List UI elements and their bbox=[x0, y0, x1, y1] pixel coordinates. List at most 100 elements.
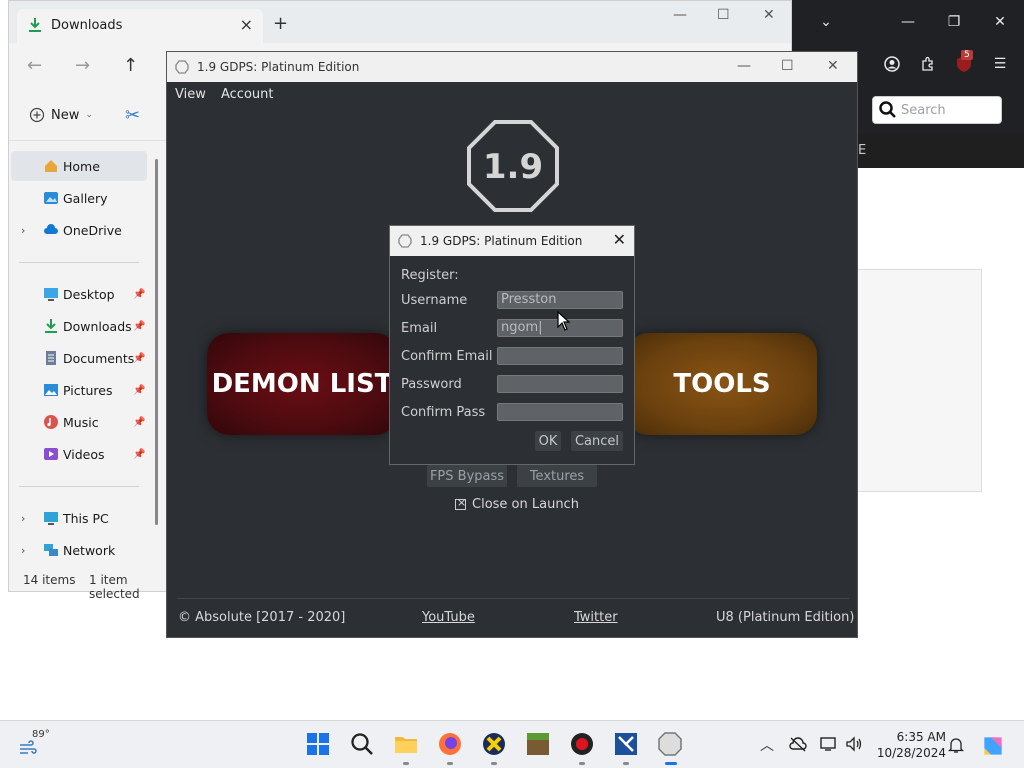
item-count: 14 items bbox=[23, 573, 76, 587]
gdps-logo: 1.9 bbox=[467, 120, 559, 212]
launcher-menu-bar: View Account bbox=[167, 82, 857, 106]
editor-app-icon[interactable] bbox=[613, 731, 639, 757]
copilot-icon[interactable] bbox=[980, 733, 1006, 759]
extensions-icon[interactable] bbox=[916, 52, 940, 76]
close-on-launch-checkbox[interactable]: Close on Launch bbox=[455, 496, 579, 512]
pin-icon: 📌 bbox=[133, 352, 146, 364]
checkbox-icon bbox=[455, 496, 466, 510]
launcher-title: 1.9 GDPS: Platinum Edition bbox=[197, 60, 360, 74]
confirm-password-field[interactable] bbox=[497, 403, 623, 421]
gdps-app-icon[interactable] bbox=[657, 731, 683, 757]
twitter-link[interactable]: Twitter bbox=[574, 610, 618, 625]
new-button-label: New bbox=[51, 107, 80, 123]
fps-bypass-button[interactable]: FPS Bypass bbox=[427, 465, 507, 487]
menu-icon[interactable]: ☰ bbox=[988, 52, 1012, 76]
selection-count: 1 item selected bbox=[89, 573, 140, 601]
cancel-button[interactable]: Cancel bbox=[571, 431, 623, 451]
dialog-close-button[interactable]: ✕ bbox=[613, 230, 626, 249]
sidebar-item-gallery[interactable]: Gallery bbox=[9, 183, 149, 213]
username-field[interactable]: Presston bbox=[497, 291, 623, 309]
sidebar-item-home[interactable]: Home bbox=[11, 151, 147, 181]
browser-restore-button[interactable]: ❐ bbox=[942, 10, 966, 34]
sidebar-item-music[interactable]: Music 📌 bbox=[9, 407, 149, 437]
record-icon[interactable] bbox=[569, 731, 595, 757]
chevron-up-icon[interactable]: ︿ bbox=[760, 735, 774, 755]
youtube-link[interactable]: YouTube bbox=[422, 610, 475, 625]
sidebar-item-documents[interactable]: Documents 📌 bbox=[9, 343, 149, 373]
back-arrow-icon[interactable]: ← bbox=[27, 55, 42, 76]
up-arrow-icon[interactable]: ↑ bbox=[123, 55, 138, 76]
cut-icon[interactable]: ✂ bbox=[125, 105, 140, 126]
sidebar-item-label: Pictures bbox=[63, 382, 113, 398]
chevron-right-icon[interactable]: › bbox=[21, 224, 25, 237]
demon-list-button[interactable]: DEMON LIST bbox=[207, 333, 397, 435]
password-label: Password bbox=[401, 377, 462, 392]
weather-temperature: 89° bbox=[32, 729, 50, 740]
weather-widget[interactable]: 89° bbox=[18, 727, 58, 763]
new-tab-button[interactable]: + bbox=[273, 13, 288, 34]
file-explorer-icon[interactable] bbox=[393, 731, 419, 757]
sidebar-scrollbar[interactable] bbox=[155, 159, 158, 525]
sidebar-item-network[interactable]: › Network bbox=[9, 535, 149, 565]
sidebar-item-this-pc[interactable]: › This PC bbox=[9, 503, 149, 533]
sidebar-item-pictures[interactable]: Pictures 📌 bbox=[9, 375, 149, 405]
running-indicator bbox=[491, 762, 497, 765]
chevron-right-icon[interactable]: › bbox=[21, 512, 25, 525]
tools-button[interactable]: TOOLS bbox=[627, 333, 817, 435]
browser-minimize-button[interactable]: — bbox=[896, 10, 920, 34]
explorer-maximize-button[interactable]: ☐ bbox=[717, 7, 730, 23]
menu-view[interactable]: View bbox=[175, 87, 206, 102]
new-button[interactable]: New ⌄ bbox=[29, 107, 93, 123]
footer-divider bbox=[177, 598, 849, 599]
onedrive-offline-icon[interactable] bbox=[789, 736, 807, 752]
network-status-icon[interactable] bbox=[820, 736, 838, 752]
launcher-title-bar: 1.9 GDPS: Platinum Edition — ☐ ✕ bbox=[167, 52, 857, 82]
account-icon[interactable] bbox=[880, 52, 904, 76]
textures-button[interactable]: Textures bbox=[517, 465, 597, 487]
launcher-maximize-button[interactable]: ☐ bbox=[781, 58, 794, 74]
pin-icon: 📌 bbox=[133, 416, 146, 428]
forward-arrow-icon[interactable]: → bbox=[75, 55, 90, 76]
explorer-minimize-button[interactable]: — bbox=[673, 7, 687, 23]
extension-badge: 5 bbox=[961, 50, 973, 60]
x-app-icon[interactable] bbox=[481, 731, 507, 757]
launcher-minimize-button[interactable]: — bbox=[737, 58, 751, 74]
sidebar-item-label: Home bbox=[63, 158, 100, 174]
music-icon bbox=[44, 415, 58, 429]
confirm-email-label: Confirm Email bbox=[401, 349, 493, 364]
version-text: U8 (Platinum Edition) bbox=[716, 610, 855, 625]
chevron-right-icon[interactable]: › bbox=[21, 544, 25, 557]
tab-label: Downloads bbox=[51, 18, 123, 33]
search-icon[interactable] bbox=[349, 731, 375, 757]
start-windows-icon[interactable] bbox=[305, 731, 331, 757]
browser-close-button[interactable]: ✕ bbox=[988, 10, 1012, 34]
running-indicator bbox=[579, 762, 585, 765]
gallery-icon bbox=[44, 192, 58, 204]
ok-button[interactable]: OK bbox=[535, 431, 561, 451]
launcher-close-button[interactable]: ✕ bbox=[827, 58, 839, 74]
sidebar-item-downloads[interactable]: Downloads 📌 bbox=[9, 311, 149, 341]
sidebar-item-label: Desktop bbox=[63, 286, 115, 302]
system-clock[interactable]: 6:35 AM 10/28/2024 bbox=[872, 729, 946, 761]
confirm-email-field[interactable] bbox=[497, 347, 623, 365]
tab-list-chevron-icon[interactable]: ⌄ bbox=[814, 10, 838, 34]
browser-search-input[interactable]: Search bbox=[872, 96, 1002, 124]
tab-close-button[interactable]: × bbox=[240, 15, 253, 34]
firefox-icon[interactable] bbox=[437, 731, 463, 757]
copyright-text: © Absolute [2017 - 2020] bbox=[178, 610, 346, 625]
explorer-close-button[interactable]: ✕ bbox=[763, 7, 775, 23]
notification-bell-icon[interactable] bbox=[948, 736, 964, 754]
sidebar-item-videos[interactable]: Videos 📌 bbox=[9, 439, 149, 469]
menu-account[interactable]: Account bbox=[221, 87, 274, 102]
dialog-title: 1.9 GDPS: Platinum Edition bbox=[420, 234, 583, 248]
volume-icon[interactable] bbox=[845, 736, 863, 752]
active-indicator bbox=[665, 762, 677, 765]
sidebar-item-onedrive[interactable]: › OneDrive bbox=[9, 215, 149, 245]
minecraft-icon[interactable] bbox=[525, 731, 551, 757]
sidebar-item-label: Network bbox=[63, 542, 116, 558]
sidebar-item-desktop[interactable]: Desktop 📌 bbox=[9, 279, 149, 309]
plus-circle-icon bbox=[29, 107, 45, 123]
email-label: Email bbox=[401, 321, 438, 336]
password-field[interactable] bbox=[497, 375, 623, 393]
tab-downloads[interactable]: Downloads × bbox=[17, 9, 263, 43]
